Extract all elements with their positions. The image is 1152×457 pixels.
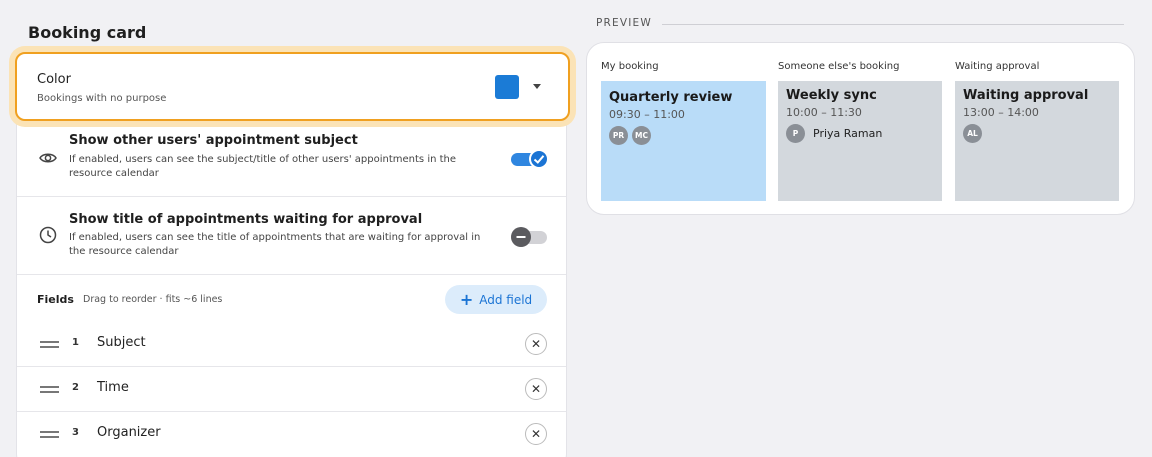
setting-show-approval-title: Show title of appointments waiting for a… (17, 197, 566, 275)
fields-label: Fields (37, 293, 74, 306)
booking-title: Quarterly review (609, 90, 733, 105)
column-label-my-booking: My booking (601, 61, 659, 72)
booking-waiting-approval: Waiting approval 13:00 – 14:00 AL (955, 81, 1119, 201)
setting-show-subject: Show other users' appointment subject If… (17, 123, 566, 197)
chevron-down-icon[interactable] (533, 84, 541, 89)
booking-someone-else: Weekly sync 10:00 – 11:30 P Priya Raman (778, 81, 942, 201)
clock-icon (38, 225, 58, 245)
toggle-knob-minus-icon (511, 227, 531, 247)
booking-title: Waiting approval (963, 88, 1089, 103)
fields-header: Fields Drag to reorder · fits ~6 lines +… (17, 275, 566, 323)
column-label-someone-else: Someone else's booking (778, 61, 900, 72)
setting-description: If enabled, users can see the title of a… (69, 232, 481, 257)
toggle-knob-check-icon (529, 149, 549, 169)
field-name: Organizer (97, 425, 161, 440)
section-title: Booking card (28, 23, 147, 42)
booking-time: 10:00 – 11:30 (786, 106, 862, 119)
field-number: 2 (72, 382, 79, 393)
drag-handle-icon[interactable] (40, 431, 59, 438)
field-row-organizer: 3 Organizer ✕ (17, 412, 566, 457)
field-name: Time (97, 380, 129, 395)
preview-card: My booking Someone else's booking Waitin… (586, 42, 1135, 215)
booking-attendees: P Priya Raman (786, 124, 934, 143)
organizer-name: Priya Raman (813, 127, 883, 140)
show-subject-toggle[interactable] (511, 149, 549, 169)
remove-field-close-icon[interactable]: ✕ (525, 378, 547, 400)
fields-hint: Drag to reorder · fits ~6 lines (83, 294, 223, 305)
setting-title: Show title of appointments waiting for a… (69, 212, 423, 227)
preview-label: PREVIEW (596, 17, 652, 29)
avatar: PR (609, 126, 628, 145)
column-label-waiting-approval: Waiting approval (955, 61, 1040, 72)
avatar: P (786, 124, 805, 143)
booking-my: Quarterly review 09:30 – 11:00 PR MC (601, 81, 766, 201)
booking-attendees: PR MC (609, 126, 758, 145)
field-number: 3 (72, 427, 79, 438)
color-swatch[interactable] (495, 75, 519, 99)
setting-title: Show other users' appointment subject (69, 133, 358, 148)
field-number: 1 (72, 337, 79, 348)
remove-field-close-icon[interactable]: ✕ (525, 333, 547, 355)
booking-attendees: AL (963, 124, 1111, 143)
booking-time: 13:00 – 14:00 (963, 106, 1039, 119)
field-row-time: 2 Time ✕ (17, 367, 566, 412)
plus-icon: + (459, 289, 474, 309)
avatar: AL (963, 124, 982, 143)
setting-description: If enabled, users can see the subject/ti… (69, 154, 457, 179)
drag-handle-icon[interactable] (40, 341, 59, 348)
remove-field-close-icon[interactable]: ✕ (525, 423, 547, 445)
add-field-label: Add field (479, 292, 533, 307)
color-subtitle: Bookings with no purpose (37, 93, 167, 104)
field-row-subject: 1 Subject ✕ (17, 322, 566, 367)
color-select[interactable]: Color Bookings with no purpose (15, 52, 570, 121)
eye-icon (38, 148, 58, 168)
booking-title: Weekly sync (786, 88, 877, 103)
booking-time: 09:30 – 11:00 (609, 108, 685, 121)
drag-handle-icon[interactable] (40, 386, 59, 393)
add-field-button[interactable]: + Add field (445, 285, 547, 314)
show-approval-title-toggle[interactable] (511, 227, 547, 247)
avatar: MC (632, 126, 651, 145)
field-name: Subject (97, 335, 146, 350)
color-title: Color (37, 72, 71, 87)
preview-divider (662, 24, 1124, 25)
